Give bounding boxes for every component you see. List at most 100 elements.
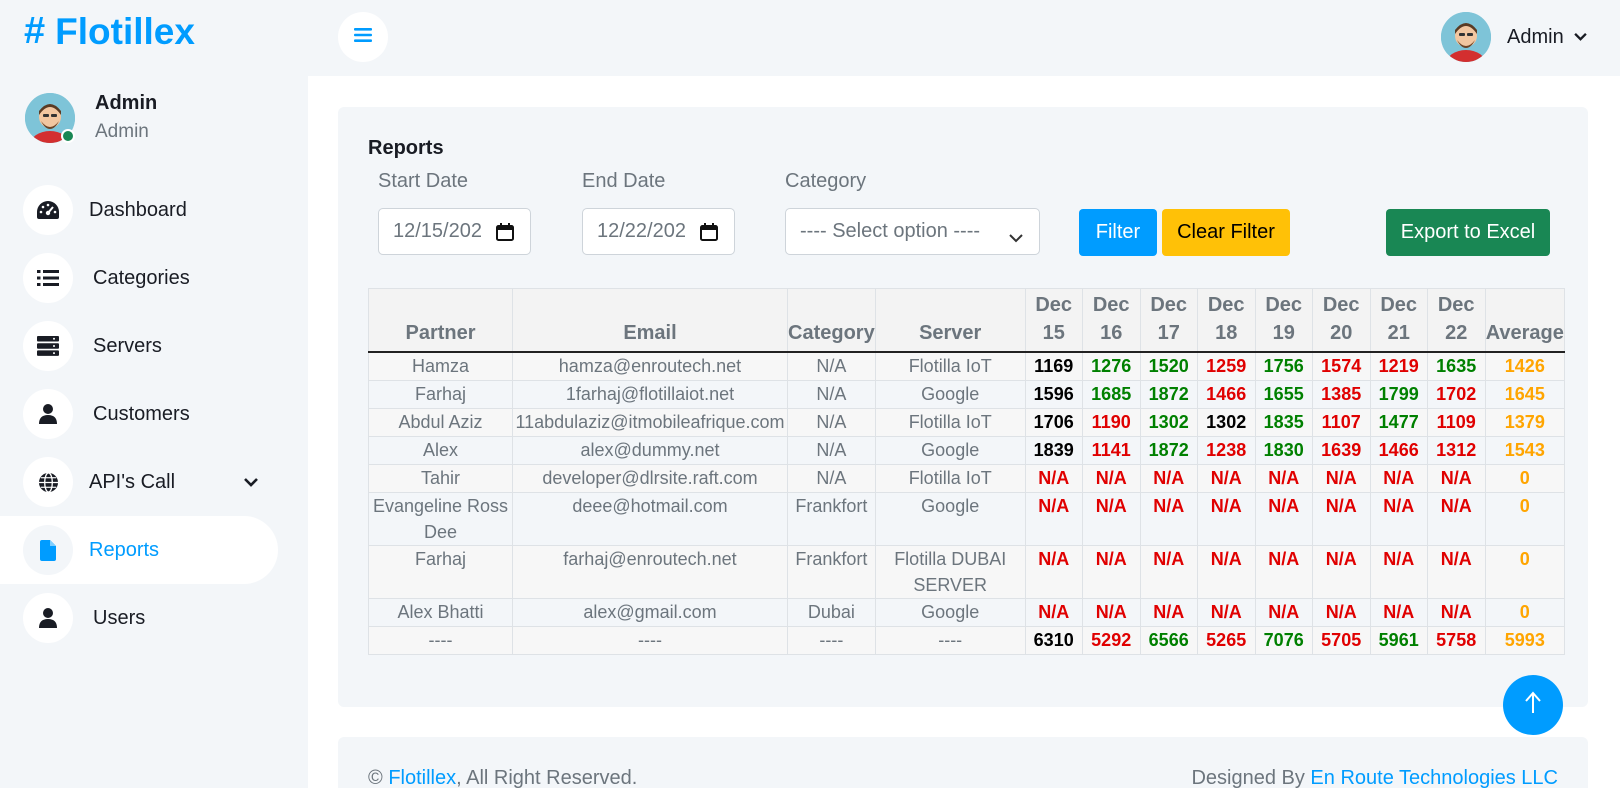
end-date-input[interactable]: 12/22/202: [582, 208, 735, 255]
sidebar-item-dashboard[interactable]: Dashboard: [0, 176, 308, 244]
cell-average: 5993: [1484, 625, 1565, 655]
cell-daily-value: N/A: [1311, 491, 1371, 546]
cell-daily-value: N/A: [1081, 463, 1141, 493]
back-to-top-button[interactable]: [1503, 675, 1563, 735]
sidebar-item-categories[interactable]: Categories: [0, 244, 308, 312]
globe-icon: [23, 457, 73, 507]
end-date-label: End Date: [582, 170, 666, 192]
sidebar-item-label: API's Call: [89, 470, 176, 493]
column-header: Server: [874, 288, 1026, 353]
list-icon: [23, 253, 73, 303]
cell-email: developer@dlrsite.raft.com: [512, 463, 788, 493]
cell-daily-value: 1219: [1369, 351, 1428, 381]
category-select[interactable]: ---- Select option ----: [785, 208, 1040, 255]
column-header: Dec 20: [1311, 288, 1371, 353]
sidebar-profile: Admin Admin: [25, 92, 157, 143]
cell-daily-value: 1635: [1426, 351, 1486, 381]
brand-logo[interactable]: # Flotillex: [24, 10, 195, 53]
cell-daily-value: 1141: [1081, 435, 1141, 465]
cell-daily-value: N/A: [1139, 544, 1198, 599]
cell-daily-value: N/A: [1254, 463, 1313, 493]
cell-daily-value: 1238: [1196, 435, 1256, 465]
cell-daily-value: N/A: [1426, 544, 1486, 599]
column-header: Dec 21: [1369, 288, 1428, 353]
cell-category: Frankfort: [787, 544, 876, 599]
footer-credits: Designed By En Route Technologies LLC: [1191, 767, 1558, 788]
cell-email: 11abdulaziz@itmobileafrique.com: [512, 407, 788, 437]
cell-daily-value: N/A: [1139, 463, 1198, 493]
table-row: Evangeline Ross Dee deee@hotmail.com Frank…: [368, 491, 1565, 546]
start-date-input[interactable]: 12/15/202: [378, 208, 531, 255]
cell-daily-value: N/A: [1426, 491, 1486, 546]
calendar-icon[interactable]: [496, 223, 514, 247]
sidebar-item-users[interactable]: Users: [0, 584, 308, 652]
cell-server: Flotilla DUBAI SERVER: [874, 544, 1026, 599]
cell-daily-value: 1107: [1311, 407, 1371, 437]
profile-role: Admin: [95, 121, 149, 142]
filter-button[interactable]: Filter: [1079, 209, 1157, 256]
page-title: Reports: [368, 137, 444, 159]
chevron-down-icon: [1573, 28, 1587, 46]
cell-email: farhaj@enroutech.net: [512, 544, 788, 599]
cell-partner: Tahir: [368, 463, 513, 493]
cell-daily-value: N/A: [1369, 544, 1428, 599]
cell-daily-value: 1385: [1311, 379, 1371, 409]
cell-daily-value: N/A: [1369, 491, 1428, 546]
sidebar-nav: Dashboard Categories Servers Customers A…: [0, 176, 308, 652]
sidebar-item-api-call[interactable]: API's Call: [0, 448, 308, 516]
cell-daily-value: 1839: [1024, 435, 1083, 465]
category-label: Category: [785, 170, 867, 192]
cell-daily-value: N/A: [1024, 544, 1083, 599]
cell-partner: Alex: [368, 435, 513, 465]
column-header: Dec 18: [1196, 288, 1256, 353]
cell-daily-value: 1702: [1426, 379, 1486, 409]
sidebar-item-servers[interactable]: Servers: [0, 312, 308, 380]
cell-daily-value: 1466: [1369, 435, 1428, 465]
cell-email: alex@gmail.com: [512, 597, 788, 627]
user-name: Admin: [1507, 25, 1564, 48]
user-icon: [23, 389, 73, 439]
cell-daily-value: N/A: [1369, 463, 1428, 493]
chevron-down-icon[interactable]: [244, 474, 258, 492]
sidebar-item-label: Categories: [93, 266, 190, 289]
column-header: Dec 22: [1426, 288, 1486, 353]
cell-server: Google: [874, 597, 1026, 627]
sidebar-item-label: Reports: [89, 538, 160, 561]
cell-daily-value: N/A: [1311, 463, 1371, 493]
cell-server: Flotilla IoT: [874, 463, 1026, 493]
user-menu-dropdown[interactable]: Admin: [1441, 12, 1587, 62]
cell-daily-value: 5758: [1426, 625, 1486, 655]
chevron-down-icon: [1009, 226, 1023, 249]
cell-server: Flotilla IoT: [874, 407, 1026, 437]
sidebar-item-label: Users: [93, 606, 146, 629]
cell-average: 1543: [1484, 435, 1565, 465]
cell-server: Google: [874, 491, 1026, 546]
export-excel-button[interactable]: Export to Excel: [1386, 209, 1550, 256]
cell-email: deee@hotmail.com: [512, 491, 788, 546]
table-row: Alex alex@dummy.net N/A Google 1839 1141 1872 1…: [368, 435, 1565, 465]
footer: © Flotillex, All Right Reserved. Designe…: [338, 737, 1588, 788]
brand-name: Flotillex: [55, 10, 195, 52]
cell-daily-value: N/A: [1024, 463, 1083, 493]
hash-icon: #: [24, 10, 46, 52]
cell-daily-value: 1596: [1024, 379, 1083, 409]
cell-average: 0: [1484, 491, 1565, 546]
cell-partner: Farhaj: [368, 544, 513, 599]
table-row: ---- ---- ---- ---- 6310 5292 6566 5265 7076 5705…: [368, 625, 1565, 655]
sidebar-item-reports[interactable]: Reports: [0, 516, 278, 584]
cell-partner: Alex Bhatti: [368, 597, 513, 627]
online-status-dot: [61, 128, 75, 143]
cell-daily-value: 6310: [1024, 625, 1083, 655]
sidebar-item-customers[interactable]: Customers: [0, 380, 308, 448]
cell-daily-value: N/A: [1426, 597, 1486, 627]
calendar-icon[interactable]: [700, 223, 718, 247]
footer-brand-link[interactable]: Flotillex: [388, 767, 456, 788]
cell-daily-value: N/A: [1081, 491, 1141, 546]
cell-daily-value: N/A: [1139, 597, 1198, 627]
cell-average: 1645: [1484, 379, 1565, 409]
designer-link[interactable]: En Route Technologies LLC: [1310, 767, 1558, 788]
clear-filter-button[interactable]: Clear Filter: [1162, 209, 1290, 256]
table-row: Farhaj 1farhaj@flotillaiot.net N/A Google 15…: [368, 379, 1565, 409]
cell-daily-value: N/A: [1426, 463, 1486, 493]
sidebar-toggle-button[interactable]: [338, 12, 388, 62]
